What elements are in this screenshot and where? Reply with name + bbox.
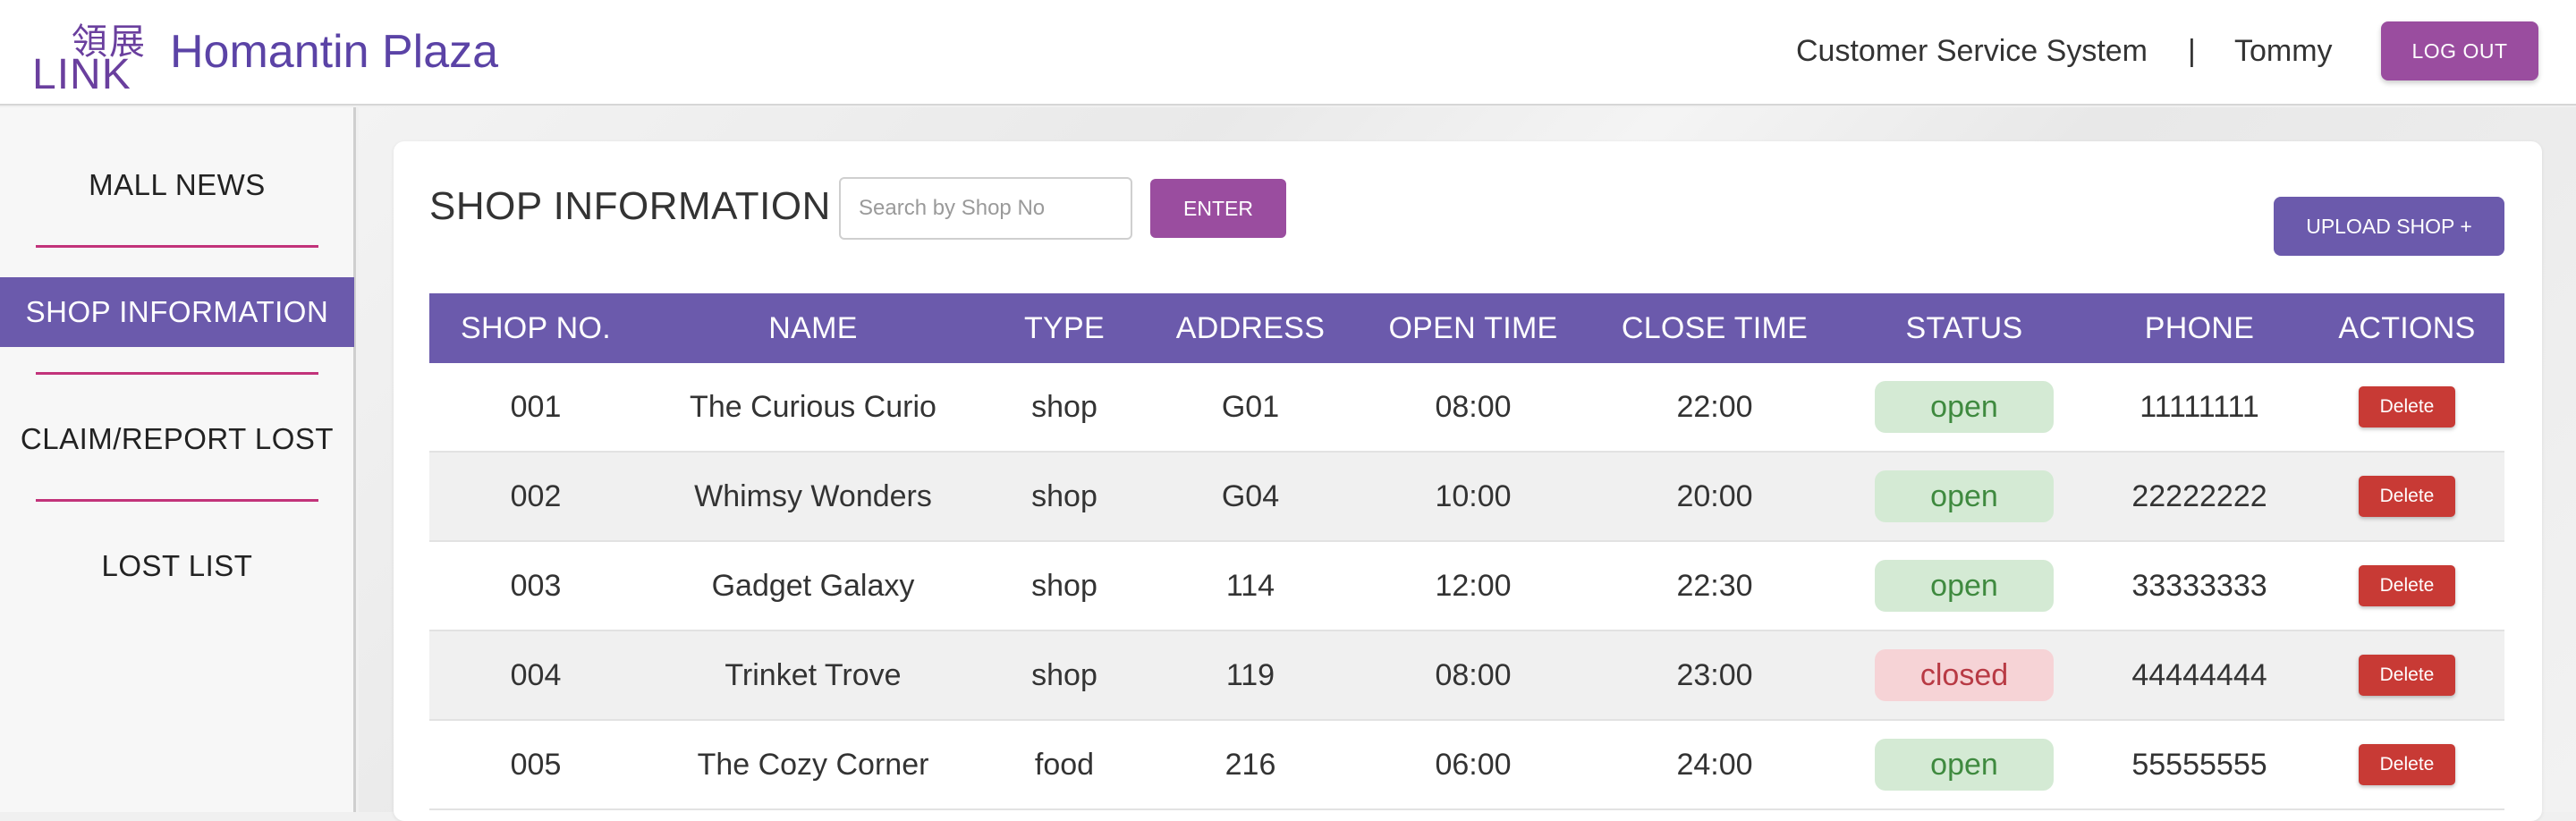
cell-phone: 11111111	[2140, 389, 2259, 424]
cell-type: shop	[1031, 568, 1097, 603]
cell-phone: 33333333	[2131, 568, 2267, 603]
cell-name: The Cozy Corner	[697, 747, 929, 782]
table-row[interactable]: 002 Whimsy Wonders shop G04 10:00 20:00 …	[429, 453, 2504, 542]
cell-phone: 55555555	[2131, 747, 2267, 782]
system-name: Customer Service System	[1796, 34, 2148, 68]
sidebar-item-mall-news[interactable]: MALL NEWS	[0, 150, 354, 220]
cell-actions: Delete	[2309, 744, 2504, 785]
cell-name: Trinket Trove	[724, 657, 902, 692]
header-separator: |	[2188, 34, 2196, 68]
sidebar-divider	[36, 245, 318, 248]
status-badge: open	[1875, 381, 2054, 433]
column-header-shop-no[interactable]: SHOP NO.	[429, 311, 642, 346]
mall-title: Homantin Plaza	[170, 26, 499, 78]
column-header-status[interactable]: STATUS	[1839, 311, 2089, 346]
cell-shop-no: 001	[510, 389, 562, 424]
table-row[interactable]: 003 Gadget Galaxy shop 114 12:00 22:30 o…	[429, 542, 2504, 631]
delete-button[interactable]: Delete	[2359, 386, 2455, 427]
status-badge: closed	[1875, 649, 2054, 701]
cell-close-time: 24:00	[1676, 747, 1753, 782]
cell-open-time: 08:00	[1435, 657, 1512, 692]
cell-type: shop	[1031, 389, 1097, 424]
column-header-phone[interactable]: PHONE	[2089, 311, 2309, 346]
cell-shop-no: 004	[510, 657, 562, 692]
delete-button[interactable]: Delete	[2359, 565, 2455, 606]
cell-status: open	[1839, 381, 2089, 433]
column-header-address[interactable]: ADDRESS	[1145, 311, 1356, 346]
cell-open-time: 08:00	[1435, 389, 1512, 424]
cell-actions: Delete	[2309, 386, 2504, 427]
cell-actions: Delete	[2309, 565, 2504, 606]
user-name: Tommy	[2234, 34, 2333, 68]
sidebar-item-lost-list[interactable]: LOST LIST	[0, 531, 354, 601]
page-title: SHOP INFORMATION	[429, 184, 831, 228]
column-header-close-time[interactable]: CLOSE TIME	[1590, 311, 1839, 346]
cell-open-time: 12:00	[1435, 568, 1512, 603]
sidebar-divider	[36, 499, 318, 502]
link-logo[interactable]: 領展 LINK	[32, 13, 148, 98]
table-header: SHOP NO. NAME TYPE ADDRESS OPEN TIME CLO…	[429, 293, 2504, 363]
cell-address: G01	[1221, 389, 1280, 424]
cell-phone: 22222222	[2131, 478, 2267, 513]
upload-shop-button[interactable]: UPLOAD SHOP +	[2274, 197, 2504, 256]
sidebar: MALL NEWS SHOP INFORMATION CLAIM/REPORT …	[0, 107, 356, 812]
status-badge: open	[1875, 739, 2054, 791]
cell-address: G04	[1221, 478, 1280, 513]
status-badge: open	[1875, 470, 2054, 522]
column-header-type[interactable]: TYPE	[984, 311, 1145, 346]
cell-address: 114	[1225, 568, 1275, 603]
logout-button[interactable]: LOG OUT	[2381, 21, 2538, 80]
cell-close-time: 20:00	[1676, 478, 1753, 513]
column-header-name[interactable]: NAME	[642, 311, 984, 346]
cell-type: food	[1034, 747, 1095, 782]
table-row[interactable]: 004 Trinket Trove shop 119 08:00 23:00 c…	[429, 631, 2504, 721]
column-header-actions: ACTIONS	[2338, 310, 2476, 345]
delete-button[interactable]: Delete	[2359, 744, 2455, 785]
top-header: 領展 LINK Homantin Plaza Customer Service …	[0, 0, 2576, 106]
sidebar-divider	[36, 372, 318, 375]
cell-shop-no: 005	[510, 747, 562, 782]
cell-close-time: 23:00	[1676, 657, 1753, 692]
cell-address: 216	[1224, 747, 1276, 782]
cell-close-time: 22:00	[1676, 389, 1753, 424]
cell-close-time: 22:30	[1676, 568, 1753, 603]
sidebar-item-claim-report-lost[interactable]: CLAIM/REPORT LOST	[0, 404, 354, 474]
cell-shop-no: 003	[510, 568, 562, 603]
sidebar-item-shop-information[interactable]: SHOP INFORMATION	[0, 277, 354, 347]
cell-phone: 44444444	[2131, 657, 2267, 692]
cell-status: open	[1839, 739, 2089, 791]
enter-button[interactable]: ENTER	[1150, 179, 1286, 238]
shop-table: SHOP NO. NAME TYPE ADDRESS OPEN TIME CLO…	[429, 293, 2504, 810]
column-header-open-time[interactable]: OPEN TIME	[1356, 311, 1590, 346]
cell-status: closed	[1839, 649, 2089, 701]
cell-name: Gadget Galaxy	[711, 568, 915, 603]
cell-name: Whimsy Wonders	[694, 478, 932, 513]
cell-type: shop	[1031, 657, 1097, 692]
cell-type: shop	[1031, 478, 1097, 513]
cell-status: open	[1839, 560, 2089, 612]
search-input[interactable]	[839, 177, 1132, 240]
delete-button[interactable]: Delete	[2359, 476, 2455, 517]
status-badge: open	[1875, 560, 2054, 612]
table-row[interactable]: 005 The Cozy Corner food 216 06:00 24:00…	[429, 721, 2504, 810]
cell-shop-no: 002	[510, 478, 562, 513]
cell-open-time: 06:00	[1435, 747, 1512, 782]
cell-actions: Delete	[2309, 476, 2504, 517]
logo-link-text: LINK	[32, 51, 131, 98]
cell-address: 119	[1225, 657, 1275, 692]
cell-actions: Delete	[2309, 655, 2504, 696]
cell-name: The Curious Curio	[690, 389, 936, 424]
cell-open-time: 10:00	[1435, 478, 1512, 513]
delete-button[interactable]: Delete	[2359, 655, 2455, 696]
table-row[interactable]: 001 The Curious Curio shop G01 08:00 22:…	[429, 363, 2504, 453]
cell-status: open	[1839, 470, 2089, 522]
